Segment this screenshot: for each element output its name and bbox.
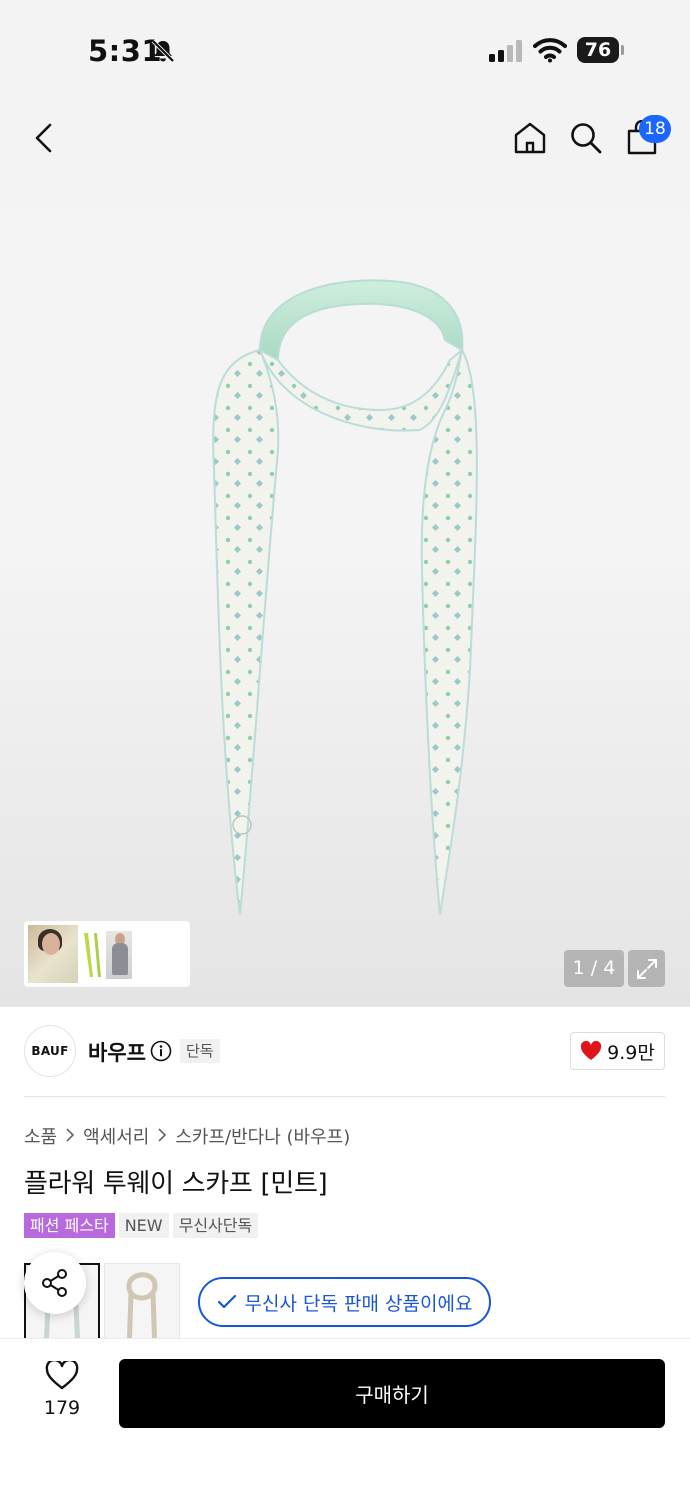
check-icon <box>217 1294 236 1309</box>
share-icon <box>42 1269 67 1297</box>
expand-icon <box>636 958 657 979</box>
top-nav <box>0 110 690 170</box>
color-option-beige[interactable] <box>104 1263 180 1339</box>
battery-level: 76 <box>584 39 612 61</box>
exclusive-notice-pill[interactable]: 무신사 단독 판매 상품이에요 <box>198 1277 491 1327</box>
brand-row: BAUF 바우프 단독 9.9만 <box>0 1025 690 1077</box>
like-button[interactable]: 9.9만 <box>570 1032 665 1070</box>
product-image-area[interactable]: 5:31 76 18 1 / 4 <box>0 0 690 1007</box>
exclusive-tag: 단독 <box>180 1039 220 1063</box>
heart-filled-icon <box>581 1041 602 1060</box>
product-scarf-image <box>212 279 478 916</box>
search-button[interactable] <box>562 110 610 166</box>
back-icon <box>35 123 52 153</box>
info-icon[interactable] <box>150 1040 172 1066</box>
tag-fashion-festa: 패션 페스타 <box>24 1213 115 1238</box>
breadcrumb-item[interactable]: 스카프/반다나 (바우프) <box>175 1123 350 1149</box>
gallery-thumbnail-model-2[interactable] <box>106 931 132 979</box>
expand-button[interactable] <box>628 950 665 987</box>
product-tags: 패션 페스타 NEW 무신사단독 <box>24 1213 259 1238</box>
gallery-thumbnail-model[interactable] <box>28 925 78 983</box>
wifi-icon <box>533 37 567 67</box>
search-icon <box>571 123 602 154</box>
heart-outline-icon <box>45 1358 79 1390</box>
tag-new: NEW <box>118 1213 169 1238</box>
bottom-action-bar: 179 구매하기 <box>0 1338 690 1500</box>
gallery-thumbnail-scarf[interactable] <box>80 931 104 979</box>
cart-count-badge: 18 <box>639 115 671 143</box>
brand-logo-text: BAUF <box>31 1044 69 1058</box>
home-icon <box>514 122 546 154</box>
divider <box>24 1096 665 1097</box>
gallery-page-counter: 1 / 4 <box>564 950 624 987</box>
wishlist-button[interactable]: 179 <box>30 1358 94 1425</box>
product-title: 플라워 투웨이 스카프 [민트] <box>24 1169 328 1199</box>
battery-icon: 76 <box>577 37 624 63</box>
brand-name[interactable]: 바우프 <box>88 1037 146 1067</box>
exclusive-notice-text: 무신사 단독 판매 상품이에요 <box>244 1292 473 1315</box>
status-bar: 5:31 76 <box>0 0 690 100</box>
breadcrumb: 소품 액세서리 스카프/반다나 (바우프) <box>24 1123 350 1149</box>
back-button[interactable] <box>20 110 68 166</box>
breadcrumb-item[interactable]: 액세서리 <box>83 1123 149 1149</box>
breadcrumb-item[interactable]: 소품 <box>24 1123 57 1149</box>
gallery-thumbnail-strip[interactable] <box>24 921 190 987</box>
wishlist-count: 179 <box>43 1397 81 1419</box>
bell-slash-icon <box>150 38 176 68</box>
like-count: 9.9만 <box>607 1041 655 1064</box>
home-button[interactable] <box>506 110 554 166</box>
chevron-right-icon <box>65 1127 75 1146</box>
buy-button[interactable]: 구매하기 <box>119 1359 665 1428</box>
signal-icon <box>489 40 525 66</box>
tag-musinsa-exclusive: 무신사단독 <box>172 1213 259 1238</box>
share-button[interactable] <box>24 1252 86 1314</box>
brand-logo[interactable]: BAUF <box>24 1025 76 1077</box>
chevron-right-icon <box>157 1127 167 1146</box>
